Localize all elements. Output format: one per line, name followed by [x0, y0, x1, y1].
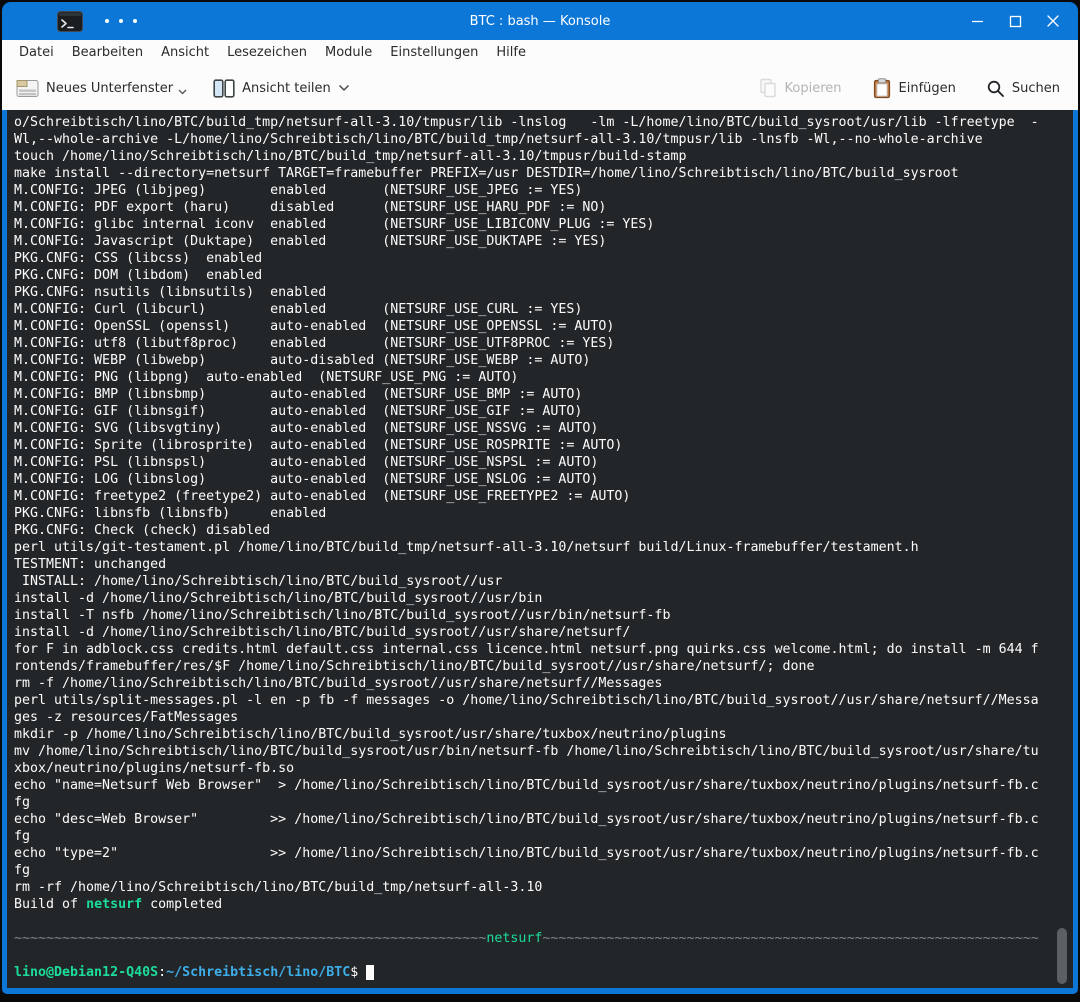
terminal-row: PKG.CNFG: CSS (libcss) enabled: [14, 250, 1067, 267]
copy-icon: [758, 78, 778, 98]
terminal-row: M.CONFIG: GIF (libnsgif) auto-enabled (N…: [14, 403, 1067, 420]
terminal-screen: o/Schreibtisch/lino/BTC/build_tmp/netsur…: [7, 110, 1073, 981]
terminal-row: PKG.CNFG: nsutils (libnsutils) enabled: [14, 284, 1067, 301]
paste-clipboard-icon: [872, 78, 892, 99]
terminal-row: TESTMENT: unchanged: [14, 556, 1067, 573]
terminal-row: rontends/framebuffer/res/$F /home/lino/S…: [14, 658, 1067, 675]
menu-item-einstellungen[interactable]: Einstellungen: [381, 40, 487, 66]
menu-item-module[interactable]: Module: [316, 40, 381, 66]
terminal-row: install -d /home/lino/Schreibtisch/lino/…: [14, 624, 1067, 641]
terminal-row: install -d /home/lino/Schreibtisch/lino/…: [14, 590, 1067, 607]
menubar: DateiBearbeitenAnsichtLesezeichenModuleE…: [2, 40, 1078, 66]
terminal-row: echo "name=Netsurf Web Browser" > /home/…: [14, 777, 1067, 794]
window-title: BTC : bash — Konsole: [2, 14, 1078, 29]
terminal-row: echo "desc=Web Browser" >> /home/lino/Sc…: [14, 811, 1067, 828]
terminal-row: [14, 913, 1067, 930]
terminal-row: M.CONFIG: BMP (libnsbmp) auto-enabled (N…: [14, 386, 1067, 403]
terminal-row: perl utils/git-testament.pl /home/lino/B…: [14, 539, 1067, 556]
terminal-row: Build of netsurf completed: [14, 896, 1067, 913]
search-icon: [986, 79, 1005, 98]
terminal-row: PKG.CNFG: Check (check) disabled: [14, 522, 1067, 539]
terminal-row: fg: [14, 794, 1067, 811]
terminal-row: echo "type=2" >> /home/lino/Schreibtisch…: [14, 845, 1067, 862]
terminal-row: [14, 947, 1067, 964]
tab-new-icon: [16, 79, 39, 98]
paste-label: Einfügen: [899, 81, 956, 96]
terminal-area[interactable]: o/Schreibtisch/lino/BTC/build_tmp/netsur…: [7, 110, 1073, 988]
maximize-button[interactable]: [1004, 10, 1026, 32]
close-button[interactable]: [1042, 10, 1064, 32]
terminal-row: fg: [14, 862, 1067, 879]
terminal-row: lino@Debian12-Q40S:~/Schreibtisch/lino/B…: [14, 964, 1067, 981]
terminal-row: rm -f /home/lino/Schreibtisch/lino/BTC/b…: [14, 675, 1067, 692]
terminal-row: install -T nsfb /home/lino/Schreibtisch/…: [14, 607, 1067, 624]
menu-item-lesezeichen[interactable]: Lesezeichen: [218, 40, 316, 66]
terminal-row: make install --directory=netsurf TARGET=…: [14, 165, 1067, 182]
terminal-row: M.CONFIG: glibc internal iconv enabled (…: [14, 216, 1067, 233]
terminal-row: fg: [14, 828, 1067, 845]
terminal-row: M.CONFIG: utf8 (libutf8proc) enabled (NE…: [14, 335, 1067, 352]
terminal-row: Wl,--whole-archive -L/home/lino/Schreibt…: [14, 131, 1067, 148]
toolbar: Neues Unterfenster Ansicht teilen: [2, 66, 1078, 110]
terminal-row: PKG.CNFG: DOM (libdom) enabled: [14, 267, 1067, 284]
terminal-row: M.CONFIG: freetype2 (freetype2) auto-ena…: [14, 488, 1067, 505]
paste-button[interactable]: Einfügen: [872, 78, 956, 99]
terminal-row: ~~~~~~~~~~~~~~~~~~~~~~~~~~~~~~~~~~~~~~~~…: [14, 930, 1067, 947]
terminal-row: touch /home/lino/Schreibtisch/lino/BTC/b…: [14, 148, 1067, 165]
menu-item-hilfe[interactable]: Hilfe: [487, 40, 535, 66]
terminal-row: mkdir -p /home/lino/Schreibtisch/lino/BT…: [14, 726, 1067, 743]
copy-label: Kopieren: [785, 81, 842, 96]
titlebar: BTC : bash — Konsole: [2, 2, 1078, 40]
scrollbar-thumb[interactable]: [1057, 928, 1067, 984]
terminal-row: xbox/neutrino/plugins/netsurf-fb.so: [14, 760, 1067, 777]
menu-item-bearbeiten[interactable]: Bearbeiten: [63, 40, 152, 66]
chevron-down-icon: [178, 89, 187, 95]
terminal-row: M.CONFIG: PDF export (haru) disabled (NE…: [14, 199, 1067, 216]
terminal-row: for F in adblock.css credits.html defaul…: [14, 641, 1067, 658]
terminal-row: M.CONFIG: Curl (libcurl) enabled (NETSUR…: [14, 301, 1067, 318]
menu-item-datei[interactable]: Datei: [10, 40, 63, 66]
view-split-icon: [213, 79, 235, 98]
terminal-row: M.CONFIG: PNG (libpng) auto-enabled (NET…: [14, 369, 1067, 386]
split-view-label: Ansicht teilen: [242, 81, 331, 96]
terminal-row: INSTALL: /home/lino/Schreibtisch/lino/BT…: [14, 573, 1067, 590]
menu-item-ansicht[interactable]: Ansicht: [152, 40, 218, 66]
split-view-button[interactable]: Ansicht teilen: [213, 79, 350, 98]
terminal-row: mv /home/lino/Schreibtisch/lino/BTC/buil…: [14, 743, 1067, 760]
terminal-row: ges -z resources/FatMessages: [14, 709, 1067, 726]
terminal-row: M.CONFIG: PSL (libnspsl) auto-enabled (N…: [14, 454, 1067, 471]
konsole-window: BTC : bash — Konsole DateiBearbeitenAnsi…: [2, 2, 1078, 994]
terminal-row: M.CONFIG: LOG (libnslog) auto-enabled (N…: [14, 471, 1067, 488]
minimize-button[interactable]: [966, 10, 988, 32]
search-button[interactable]: Suchen: [986, 79, 1060, 98]
terminal-row: M.CONFIG: Javascript (Duktape) enabled (…: [14, 233, 1067, 250]
terminal-row: M.CONFIG: WEBP (libwebp) auto-disabled (…: [14, 352, 1067, 369]
terminal-row: M.CONFIG: SVG (libsvgtiny) auto-enabled …: [14, 420, 1067, 437]
terminal-cursor: [366, 965, 374, 980]
new-tab-label: Neues Unterfenster: [46, 81, 173, 96]
new-tab-button[interactable]: Neues Unterfenster: [16, 79, 187, 98]
terminal-row: M.CONFIG: JPEG (libjpeg) enabled (NETSUR…: [14, 182, 1067, 199]
terminal-row: PKG.CNFG: libnsfb (libnsfb) enabled: [14, 505, 1067, 522]
terminal-row: o/Schreibtisch/lino/BTC/build_tmp/netsur…: [14, 114, 1067, 131]
copy-button[interactable]: Kopieren: [758, 78, 842, 98]
terminal-row: rm -rf /home/lino/Schreibtisch/lino/BTC/…: [14, 879, 1067, 896]
terminal-row: M.CONFIG: OpenSSL (openssl) auto-enabled…: [14, 318, 1067, 335]
terminal-row: M.CONFIG: Sprite (librosprite) auto-enab…: [14, 437, 1067, 454]
search-label: Suchen: [1012, 81, 1060, 96]
chevron-down-icon: [338, 84, 350, 92]
terminal-row: perl utils/split-messages.pl -l en -p fb…: [14, 692, 1067, 709]
